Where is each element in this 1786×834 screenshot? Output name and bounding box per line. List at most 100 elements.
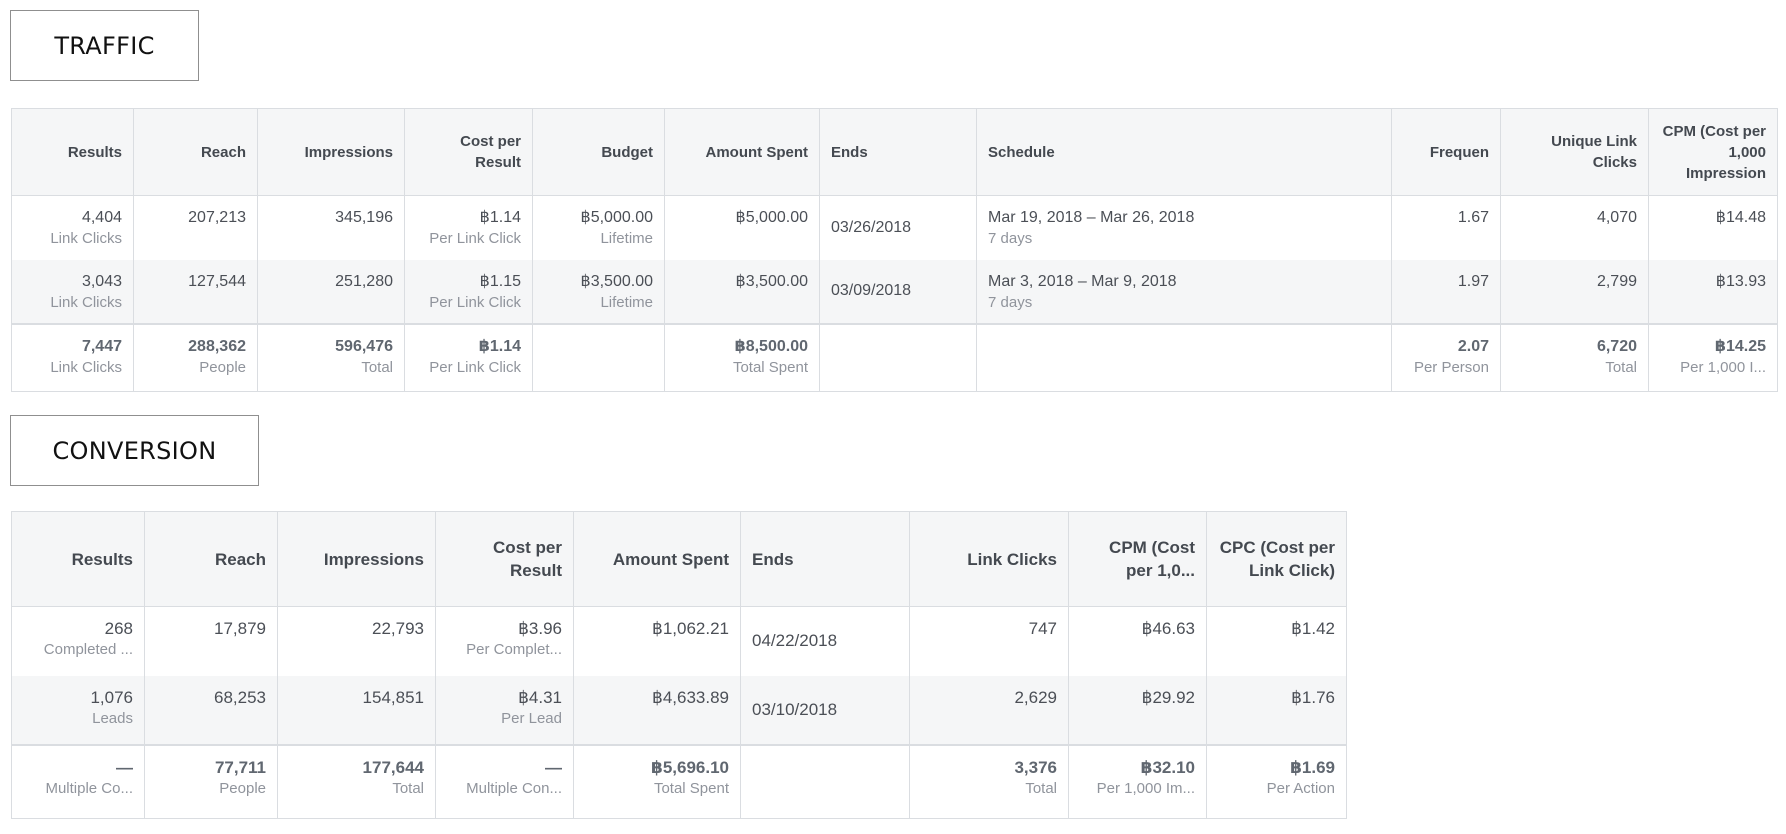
cell-results-unit: Leads <box>92 709 133 727</box>
column-header-impressions[interactable]: Impressions <box>257 108 405 196</box>
total-reach: 288,362 <box>188 337 246 355</box>
cell-ends: 03/26/2018 <box>831 218 912 236</box>
total-schedule-empty <box>976 322 1392 392</box>
total-link-clicks-unit: Total <box>1025 779 1057 797</box>
total-reach-unit: People <box>219 779 266 797</box>
cell-cost-unit: Per Link Click <box>429 293 521 311</box>
cell-results: 3,043 <box>81 272 122 290</box>
cell-cost-unit: Per Complet... <box>466 641 562 658</box>
cell-cost-unit: Per Lead <box>501 709 562 727</box>
cell-amount-spent: ฿1,062.21 <box>652 619 729 638</box>
table-total-row: — Multiple Co... 77,711 People 177,644 Tota… <box>11 743 1347 819</box>
cell-schedule-duration: 7 days <box>988 230 1033 247</box>
column-header-cost-per-result[interactable]: Cost per Result <box>404 108 533 196</box>
cell-unique-link-clicks: 2,799 <box>1596 272 1637 290</box>
cell-reach: 68,253 <box>214 687 266 707</box>
cell-results-unit: Link Clicks <box>50 230 122 247</box>
total-results: — <box>116 757 133 777</box>
table-row[interactable]: 4,404 Link Clicks 207,213 345,196 ฿1.14 Pe… <box>11 195 1778 260</box>
total-link-clicks: 3,376 <box>1014 757 1057 777</box>
cell-ends: 04/22/2018 <box>752 631 838 651</box>
cell-budget: ฿5,000.00 <box>580 209 653 226</box>
total-ends-empty <box>819 322 977 392</box>
column-header-amount-spent[interactable]: Amount Spent <box>573 511 741 607</box>
cell-reach: 17,879 <box>214 619 266 638</box>
cell-unique-link-clicks: 4,070 <box>1596 209 1637 226</box>
cell-link-clicks: 2,629 <box>1014 687 1057 707</box>
total-frequency-unit: Per Person <box>1413 358 1489 376</box>
total-cpm: ฿32.10 <box>1140 757 1195 777</box>
cell-results: 1,076 <box>90 687 133 707</box>
cell-cpm: ฿13.93 <box>1715 272 1766 290</box>
total-impressions: 596,476 <box>335 337 393 355</box>
total-cost-per-result: — <box>545 757 562 777</box>
cell-cpc: ฿1.42 <box>1291 619 1335 638</box>
total-impressions: 177,644 <box>362 757 424 777</box>
cell-cost-unit: Per Link Click <box>429 230 521 247</box>
column-header-reach[interactable]: Reach <box>133 108 258 196</box>
column-header-link-clicks[interactable]: Link Clicks <box>909 511 1069 607</box>
total-amount-spent-unit: Total Spent <box>732 358 808 376</box>
column-header-reach[interactable]: Reach <box>144 511 278 607</box>
table-row[interactable]: 3,043 Link Clicks 127,544 251,280 ฿1.15 Pe… <box>11 259 1778 324</box>
cell-cost-per-result: ฿3.96 <box>518 619 562 638</box>
table-total-row: 7,447 Link Clicks 288,362 People 596,476 To… <box>11 322 1778 392</box>
cell-impressions: 251,280 <box>335 272 393 290</box>
table-row[interactable]: 268 Completed ... 17,879 22,793 ฿3.96 Per … <box>11 606 1347 676</box>
cell-cpm: ฿46.63 <box>1141 619 1195 638</box>
total-reach-unit: People <box>199 358 246 376</box>
cell-impressions: 154,851 <box>362 687 424 707</box>
column-header-ends[interactable]: Ends <box>740 511 910 607</box>
total-results-unit: Link Clicks <box>50 358 122 376</box>
total-impressions-unit: Total <box>361 358 393 376</box>
cell-cpc: ฿1.76 <box>1291 687 1335 707</box>
cell-schedule: Mar 19, 2018 – Mar 26, 2018 <box>988 209 1195 226</box>
column-header-cost-per-result[interactable]: Cost per Result <box>435 511 574 607</box>
conversion-section-label: CONVERSION <box>10 415 259 486</box>
cell-budget-type: Lifetime <box>600 230 653 247</box>
column-header-results[interactable]: Results <box>11 511 145 607</box>
cell-schedule: Mar 3, 2018 – Mar 9, 2018 <box>988 272 1177 290</box>
total-frequency: 2.07 <box>1457 337 1489 355</box>
cell-reach: 127,544 <box>188 272 246 290</box>
cell-link-clicks: 747 <box>1028 619 1057 638</box>
total-cost-per-result: ฿1.14 <box>478 337 521 355</box>
cell-results: 268 <box>104 619 133 638</box>
total-budget-empty <box>532 322 665 392</box>
cell-frequency: 1.67 <box>1457 209 1489 226</box>
cell-frequency: 1.97 <box>1457 272 1489 290</box>
column-header-ends[interactable]: Ends <box>819 108 977 196</box>
column-header-amount-spent[interactable]: Amount Spent <box>664 108 820 196</box>
column-header-cpm[interactable]: CPM (Cost per 1,0... <box>1068 511 1207 607</box>
table-row[interactable]: 1,076 Leads 68,253 154,851 ฿4.31 Per Lead … <box>11 675 1347 745</box>
column-header-cpc[interactable]: CPC (Cost per Link Click) <box>1206 511 1347 607</box>
total-cpc-unit: Per Action <box>1266 779 1335 797</box>
cell-amount-spent: ฿3,500.00 <box>735 272 808 290</box>
total-amount-spent: ฿8,500.00 <box>734 337 808 355</box>
column-header-schedule[interactable]: Schedule <box>976 108 1392 196</box>
column-header-budget[interactable]: Budget <box>532 108 665 196</box>
traffic-section-label: TRAFFIC <box>10 10 199 81</box>
total-cpm: ฿14.25 <box>1714 337 1766 355</box>
column-header-results[interactable]: Results <box>11 108 134 196</box>
total-reach: 77,711 <box>214 757 266 777</box>
column-header-impressions[interactable]: Impressions <box>277 511 436 607</box>
total-results-unit: Multiple Co... <box>45 779 133 797</box>
total-cpm-unit: Per 1,000 Im... <box>1096 779 1195 797</box>
column-header-unique-link-clicks[interactable]: Unique Link Clicks <box>1500 108 1649 196</box>
cell-reach: 207,213 <box>188 209 246 226</box>
cell-cost-per-result: ฿4.31 <box>518 687 562 707</box>
cell-ends: 03/10/2018 <box>752 699 838 719</box>
total-impressions-unit: Total <box>392 779 424 797</box>
total-unique-unit: Total <box>1605 358 1637 376</box>
total-results: 7,447 <box>81 337 122 355</box>
cell-budget-type: Lifetime <box>600 293 653 311</box>
column-header-frequency[interactable]: Frequen <box>1391 108 1501 196</box>
cell-schedule-duration: 7 days <box>988 293 1033 311</box>
column-header-cpm[interactable]: CPM (Cost per 1,000 Impression <box>1648 108 1778 196</box>
total-amount-spent: ฿5,696.10 <box>650 757 729 777</box>
cell-cost-per-result: ฿1.14 <box>479 209 521 226</box>
cell-cpm: ฿14.48 <box>1715 209 1766 226</box>
conversion-table: Results Reach Impressions Cost per Resul… <box>11 511 1347 819</box>
total-cost-unit: Per Link Click <box>429 358 521 376</box>
